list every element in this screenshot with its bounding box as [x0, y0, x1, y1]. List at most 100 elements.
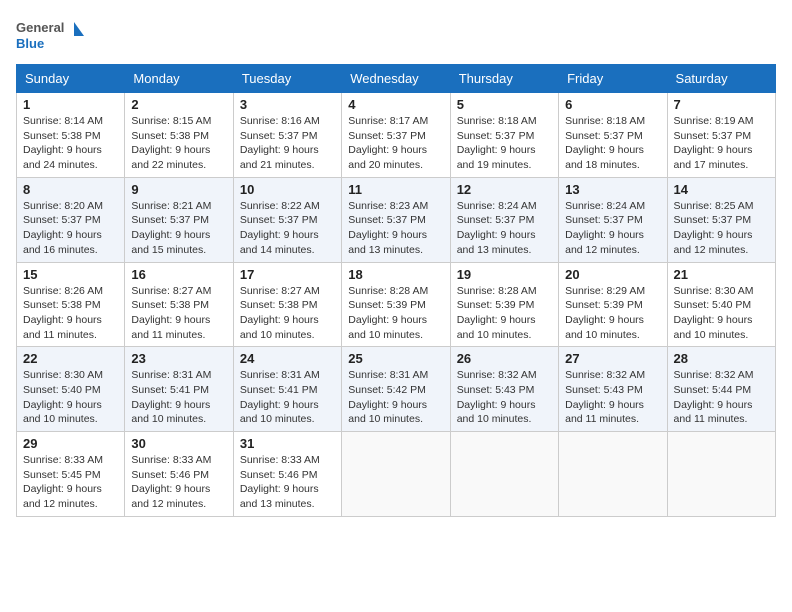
calendar-day-header: Thursday	[450, 65, 558, 93]
calendar-cell: 11 Sunrise: 8:23 AMSunset: 5:37 PMDaylig…	[342, 177, 450, 262]
day-number: 9	[131, 182, 226, 197]
day-info: Sunrise: 8:32 AMSunset: 5:43 PMDaylight:…	[565, 369, 645, 425]
day-number: 15	[23, 267, 118, 282]
day-info: Sunrise: 8:19 AMSunset: 5:37 PMDaylight:…	[674, 115, 754, 171]
day-info: Sunrise: 8:32 AMSunset: 5:43 PMDaylight:…	[457, 369, 537, 425]
calendar-cell: 22 Sunrise: 8:30 AMSunset: 5:40 PMDaylig…	[17, 347, 125, 432]
day-info: Sunrise: 8:27 AMSunset: 5:38 PMDaylight:…	[131, 285, 211, 341]
calendar-cell: 19 Sunrise: 8:28 AMSunset: 5:39 PMDaylig…	[450, 262, 558, 347]
calendar-cell: 29 Sunrise: 8:33 AMSunset: 5:45 PMDaylig…	[17, 432, 125, 517]
calendar-cell: 25 Sunrise: 8:31 AMSunset: 5:42 PMDaylig…	[342, 347, 450, 432]
day-info: Sunrise: 8:33 AMSunset: 5:45 PMDaylight:…	[23, 454, 103, 510]
day-info: Sunrise: 8:33 AMSunset: 5:46 PMDaylight:…	[240, 454, 320, 510]
day-number: 6	[565, 97, 660, 112]
calendar-day-header: Sunday	[17, 65, 125, 93]
day-info: Sunrise: 8:16 AMSunset: 5:37 PMDaylight:…	[240, 115, 320, 171]
day-info: Sunrise: 8:31 AMSunset: 5:41 PMDaylight:…	[240, 369, 320, 425]
calendar-day-header: Wednesday	[342, 65, 450, 93]
calendar-cell: 18 Sunrise: 8:28 AMSunset: 5:39 PMDaylig…	[342, 262, 450, 347]
calendar-cell	[450, 432, 558, 517]
calendar-cell: 31 Sunrise: 8:33 AMSunset: 5:46 PMDaylig…	[233, 432, 341, 517]
day-info: Sunrise: 8:24 AMSunset: 5:37 PMDaylight:…	[565, 200, 645, 256]
calendar-body: 1 Sunrise: 8:14 AMSunset: 5:38 PMDayligh…	[17, 93, 776, 517]
day-number: 13	[565, 182, 660, 197]
calendar-day-header: Tuesday	[233, 65, 341, 93]
calendar-cell: 30 Sunrise: 8:33 AMSunset: 5:46 PMDaylig…	[125, 432, 233, 517]
day-info: Sunrise: 8:17 AMSunset: 5:37 PMDaylight:…	[348, 115, 428, 171]
calendar-cell: 21 Sunrise: 8:30 AMSunset: 5:40 PMDaylig…	[667, 262, 775, 347]
day-number: 22	[23, 351, 118, 366]
day-number: 19	[457, 267, 552, 282]
day-info: Sunrise: 8:27 AMSunset: 5:38 PMDaylight:…	[240, 285, 320, 341]
calendar-cell: 26 Sunrise: 8:32 AMSunset: 5:43 PMDaylig…	[450, 347, 558, 432]
calendar-week-row: 22 Sunrise: 8:30 AMSunset: 5:40 PMDaylig…	[17, 347, 776, 432]
calendar-cell: 5 Sunrise: 8:18 AMSunset: 5:37 PMDayligh…	[450, 93, 558, 178]
calendar-cell: 1 Sunrise: 8:14 AMSunset: 5:38 PMDayligh…	[17, 93, 125, 178]
calendar-cell	[559, 432, 667, 517]
calendar-day-header: Friday	[559, 65, 667, 93]
day-number: 1	[23, 97, 118, 112]
day-info: Sunrise: 8:32 AMSunset: 5:44 PMDaylight:…	[674, 369, 754, 425]
day-info: Sunrise: 8:31 AMSunset: 5:41 PMDaylight:…	[131, 369, 211, 425]
day-info: Sunrise: 8:21 AMSunset: 5:37 PMDaylight:…	[131, 200, 211, 256]
calendar-cell: 2 Sunrise: 8:15 AMSunset: 5:38 PMDayligh…	[125, 93, 233, 178]
calendar-cell: 27 Sunrise: 8:32 AMSunset: 5:43 PMDaylig…	[559, 347, 667, 432]
day-number: 12	[457, 182, 552, 197]
calendar-cell: 17 Sunrise: 8:27 AMSunset: 5:38 PMDaylig…	[233, 262, 341, 347]
day-number: 28	[674, 351, 769, 366]
calendar-cell: 20 Sunrise: 8:29 AMSunset: 5:39 PMDaylig…	[559, 262, 667, 347]
calendar-cell: 12 Sunrise: 8:24 AMSunset: 5:37 PMDaylig…	[450, 177, 558, 262]
day-info: Sunrise: 8:30 AMSunset: 5:40 PMDaylight:…	[23, 369, 103, 425]
day-info: Sunrise: 8:31 AMSunset: 5:42 PMDaylight:…	[348, 369, 428, 425]
day-number: 26	[457, 351, 552, 366]
calendar-cell	[342, 432, 450, 517]
day-info: Sunrise: 8:18 AMSunset: 5:37 PMDaylight:…	[565, 115, 645, 171]
logo-svg: General Blue	[16, 16, 86, 56]
day-number: 8	[23, 182, 118, 197]
day-number: 20	[565, 267, 660, 282]
calendar-cell: 24 Sunrise: 8:31 AMSunset: 5:41 PMDaylig…	[233, 347, 341, 432]
calendar-cell: 3 Sunrise: 8:16 AMSunset: 5:37 PMDayligh…	[233, 93, 341, 178]
day-info: Sunrise: 8:22 AMSunset: 5:37 PMDaylight:…	[240, 200, 320, 256]
day-number: 29	[23, 436, 118, 451]
svg-text:General: General	[16, 20, 64, 35]
day-number: 25	[348, 351, 443, 366]
day-number: 5	[457, 97, 552, 112]
day-number: 24	[240, 351, 335, 366]
calendar-cell: 15 Sunrise: 8:26 AMSunset: 5:38 PMDaylig…	[17, 262, 125, 347]
calendar-day-header: Saturday	[667, 65, 775, 93]
calendar-cell	[667, 432, 775, 517]
day-info: Sunrise: 8:28 AMSunset: 5:39 PMDaylight:…	[348, 285, 428, 341]
day-number: 27	[565, 351, 660, 366]
day-number: 11	[348, 182, 443, 197]
day-number: 17	[240, 267, 335, 282]
day-number: 30	[131, 436, 226, 451]
svg-text:Blue: Blue	[16, 36, 44, 51]
calendar-cell: 7 Sunrise: 8:19 AMSunset: 5:37 PMDayligh…	[667, 93, 775, 178]
day-number: 23	[131, 351, 226, 366]
day-number: 21	[674, 267, 769, 282]
calendar-week-row: 1 Sunrise: 8:14 AMSunset: 5:38 PMDayligh…	[17, 93, 776, 178]
day-number: 18	[348, 267, 443, 282]
day-number: 10	[240, 182, 335, 197]
calendar-cell: 28 Sunrise: 8:32 AMSunset: 5:44 PMDaylig…	[667, 347, 775, 432]
day-number: 7	[674, 97, 769, 112]
calendar-cell: 8 Sunrise: 8:20 AMSunset: 5:37 PMDayligh…	[17, 177, 125, 262]
calendar-cell: 14 Sunrise: 8:25 AMSunset: 5:37 PMDaylig…	[667, 177, 775, 262]
day-number: 16	[131, 267, 226, 282]
calendar-cell: 13 Sunrise: 8:24 AMSunset: 5:37 PMDaylig…	[559, 177, 667, 262]
calendar-table: SundayMondayTuesdayWednesdayThursdayFrid…	[16, 64, 776, 517]
day-info: Sunrise: 8:14 AMSunset: 5:38 PMDaylight:…	[23, 115, 103, 171]
day-number: 4	[348, 97, 443, 112]
day-info: Sunrise: 8:26 AMSunset: 5:38 PMDaylight:…	[23, 285, 103, 341]
calendar-week-row: 29 Sunrise: 8:33 AMSunset: 5:45 PMDaylig…	[17, 432, 776, 517]
day-number: 3	[240, 97, 335, 112]
logo: General Blue	[16, 16, 86, 56]
day-number: 14	[674, 182, 769, 197]
day-info: Sunrise: 8:24 AMSunset: 5:37 PMDaylight:…	[457, 200, 537, 256]
day-info: Sunrise: 8:20 AMSunset: 5:37 PMDaylight:…	[23, 200, 103, 256]
day-info: Sunrise: 8:28 AMSunset: 5:39 PMDaylight:…	[457, 285, 537, 341]
day-info: Sunrise: 8:25 AMSunset: 5:37 PMDaylight:…	[674, 200, 754, 256]
calendar-cell: 6 Sunrise: 8:18 AMSunset: 5:37 PMDayligh…	[559, 93, 667, 178]
day-info: Sunrise: 8:18 AMSunset: 5:37 PMDaylight:…	[457, 115, 537, 171]
